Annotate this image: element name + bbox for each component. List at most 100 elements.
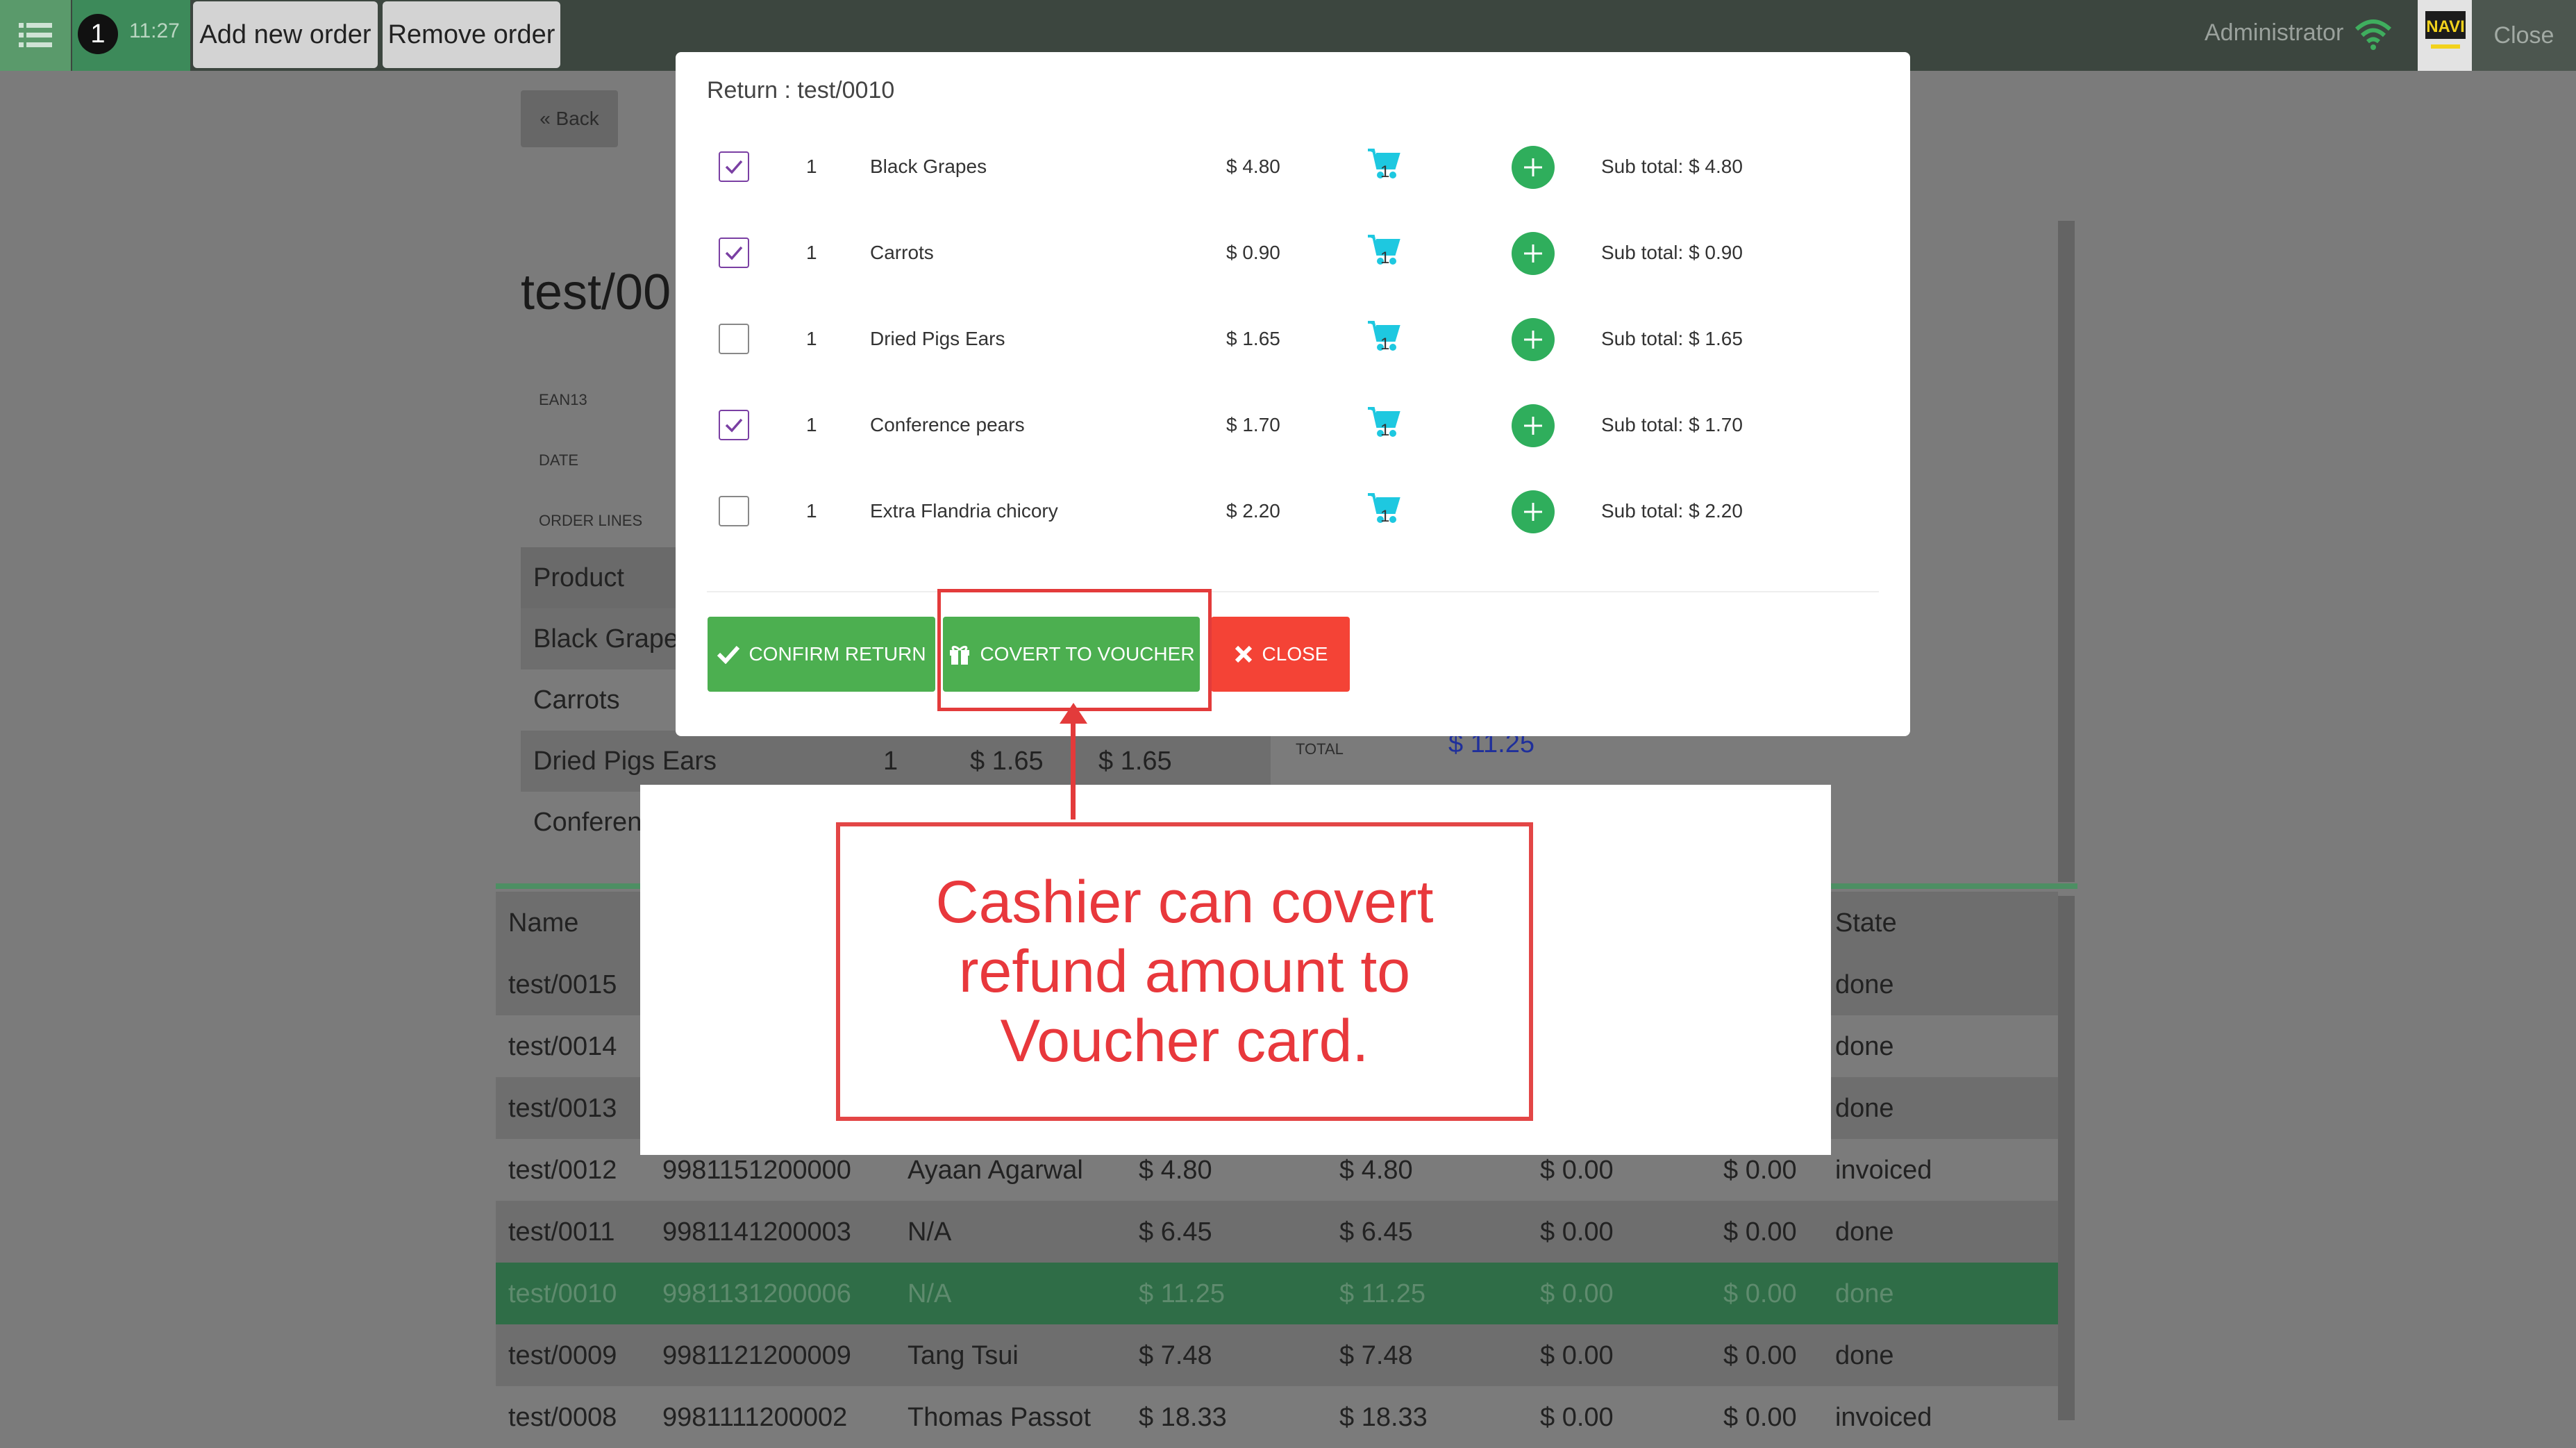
ean-label: EAN13 bbox=[539, 391, 587, 408]
add-qty-button[interactable] bbox=[1512, 146, 1555, 189]
return-line-checkbox[interactable] bbox=[719, 324, 749, 354]
line-subtotal: Sub total: $ 1.70 bbox=[1601, 414, 1743, 435]
cart-qty: 1 bbox=[1380, 507, 1390, 526]
line-qty: 1 bbox=[806, 242, 817, 263]
cart-qty: 1 bbox=[1380, 163, 1390, 181]
close-session-button[interactable]: Close bbox=[2472, 0, 2576, 71]
row-name: test/0011 bbox=[508, 1217, 615, 1247]
cart-qty: 1 bbox=[1380, 421, 1390, 440]
line-product: Black Grapes bbox=[870, 156, 987, 177]
row-amount: $ 0.00 bbox=[1723, 1403, 1797, 1432]
annotation-text: Cashier can covert refund amount to Vouc… bbox=[935, 869, 1434, 1074]
confirm-return-label: CONFIRM RETURN bbox=[748, 643, 926, 665]
return-line-checkbox[interactable] bbox=[719, 151, 749, 182]
line-price: $ 4.80 bbox=[1226, 156, 1280, 177]
menu-button[interactable] bbox=[0, 0, 71, 71]
row-name: test/0014 bbox=[508, 1032, 617, 1061]
row-ean: 9981151200000 bbox=[662, 1156, 851, 1185]
line-product: Conference pears bbox=[870, 414, 1025, 435]
line-product: Black Grapes bbox=[533, 624, 692, 654]
line-subtotal: Sub total: $ 0.90 bbox=[1601, 242, 1743, 263]
orders-scrollbar[interactable] bbox=[2058, 896, 2075, 1420]
plus-icon bbox=[1524, 244, 1542, 263]
annotation-callout: Cashier can covert refund amount to Vouc… bbox=[836, 822, 1533, 1121]
line-product: Carrots bbox=[533, 685, 620, 715]
line-price: $ 1.65 bbox=[1226, 328, 1280, 349]
return-dialog: Return : test/0010 1 Black Grapes $ 4.80… bbox=[676, 52, 1910, 736]
cart-qty: 1 bbox=[1380, 335, 1390, 353]
list-icon bbox=[19, 23, 52, 47]
check-icon bbox=[725, 246, 743, 260]
check-icon bbox=[725, 160, 743, 174]
row-name: test/0013 bbox=[508, 1094, 617, 1123]
product-column-header: Product bbox=[533, 563, 624, 592]
table-row[interactable]: test/0008 9981111200002 Thomas Passot $ … bbox=[496, 1386, 2058, 1448]
row-amount: $ 0.00 bbox=[1723, 1279, 1797, 1308]
row-amount: $ 0.00 bbox=[1540, 1217, 1614, 1247]
row-ean: 9981141200003 bbox=[662, 1217, 851, 1247]
annotation-highlight-box bbox=[937, 589, 1212, 711]
order-time: 11:27 bbox=[129, 19, 180, 42]
line-subtotal: Sub total: $ 4.80 bbox=[1601, 156, 1743, 177]
row-paid: $ 4.80 bbox=[1339, 1156, 1413, 1185]
row-total: $ 6.45 bbox=[1139, 1217, 1212, 1247]
line-qty: 1 bbox=[806, 414, 817, 435]
line-price: $ 1.70 bbox=[1226, 414, 1280, 435]
line-price: $ 0.90 bbox=[1226, 242, 1280, 263]
user-name: Administrator bbox=[2205, 19, 2344, 46]
row-paid: $ 7.48 bbox=[1339, 1341, 1413, 1370]
row-amount: $ 0.00 bbox=[1540, 1341, 1614, 1370]
return-line-checkbox[interactable] bbox=[719, 410, 749, 440]
order-number-badge[interactable]: 1 bbox=[78, 14, 118, 54]
order-title: test/00 bbox=[521, 265, 671, 320]
row-paid: $ 18.33 bbox=[1339, 1403, 1428, 1432]
svg-text:NAVI: NAVI bbox=[2426, 17, 2465, 36]
row-customer: N/A bbox=[908, 1279, 952, 1308]
x-icon bbox=[1233, 644, 1254, 665]
row-amount: $ 0.00 bbox=[1540, 1156, 1614, 1185]
row-amount: $ 0.00 bbox=[1540, 1403, 1614, 1432]
add-new-order-button[interactable]: Add new order bbox=[193, 1, 378, 68]
row-ean: 9981111200002 bbox=[662, 1403, 848, 1432]
line-price: $ 1.65 bbox=[970, 746, 1044, 776]
table-row[interactable]: test/0009 9981121200009 Tang Tsui $ 7.48… bbox=[496, 1324, 2058, 1386]
row-total: $ 7.48 bbox=[1139, 1341, 1212, 1370]
row-total: $ 18.33 bbox=[1139, 1403, 1227, 1432]
date-label: DATE bbox=[539, 451, 579, 469]
row-customer: N/A bbox=[908, 1217, 952, 1247]
row-customer: Thomas Passot bbox=[908, 1403, 1091, 1432]
order-line-row[interactable]: Dried Pigs Ears 1 $ 1.65 $ 1.65 bbox=[521, 731, 1271, 792]
row-paid: $ 6.45 bbox=[1339, 1217, 1413, 1247]
row-total: $ 11.25 bbox=[1139, 1279, 1225, 1308]
remove-order-button[interactable]: Remove order bbox=[383, 1, 560, 68]
line-price: $ 2.20 bbox=[1226, 500, 1280, 522]
add-qty-button[interactable] bbox=[1512, 404, 1555, 447]
add-qty-button[interactable] bbox=[1512, 318, 1555, 361]
plus-icon bbox=[1524, 331, 1542, 349]
return-line: 1 Black Grapes $ 4.80 1 Sub total: $ 4.8… bbox=[676, 125, 1910, 211]
plus-icon bbox=[1524, 158, 1542, 176]
row-state: done bbox=[1835, 970, 1894, 999]
close-dialog-label: CLOSE bbox=[1262, 643, 1328, 665]
line-qty: 1 bbox=[806, 328, 817, 349]
add-qty-button[interactable] bbox=[1512, 232, 1555, 275]
cart-qty: 1 bbox=[1380, 249, 1390, 267]
row-total: $ 4.80 bbox=[1139, 1156, 1212, 1185]
annotation-arrow-head bbox=[1060, 703, 1087, 724]
row-state: done bbox=[1835, 1094, 1894, 1123]
row-state: invoiced bbox=[1835, 1156, 1932, 1185]
row-state: done bbox=[1835, 1217, 1894, 1247]
close-dialog-button[interactable]: CLOSE bbox=[1211, 617, 1350, 692]
row-name: test/0012 bbox=[508, 1156, 617, 1185]
return-line: 1 Dried Pigs Ears $ 1.65 1 Sub total: $ … bbox=[676, 297, 1910, 383]
return-line-checkbox[interactable] bbox=[719, 496, 749, 526]
add-qty-button[interactable] bbox=[1512, 490, 1555, 533]
order-lines-label: ORDER LINES bbox=[539, 512, 643, 529]
table-row[interactable]: test/0011 9981141200003 N/A $ 6.45 $ 6.4… bbox=[496, 1201, 2058, 1263]
back-button[interactable]: « Back bbox=[521, 90, 618, 147]
table-row-selected[interactable]: test/0010 9981131200006 N/A $ 11.25 $ 11… bbox=[496, 1263, 2058, 1324]
return-line-checkbox[interactable] bbox=[719, 238, 749, 268]
check-icon bbox=[725, 418, 743, 433]
confirm-return-button[interactable]: CONFIRM RETURN bbox=[708, 617, 935, 692]
detail-scrollbar[interactable] bbox=[2058, 221, 2075, 882]
